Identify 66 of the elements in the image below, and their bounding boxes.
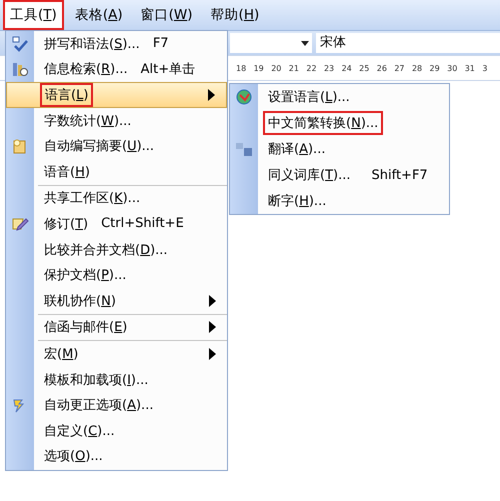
ruler-number: 20	[271, 64, 282, 72]
menu-item[interactable]: 宏(M)	[6, 341, 227, 367]
shortcut-label: Shift+F7	[372, 168, 428, 182]
menu-item-label: 语音(H)	[43, 164, 91, 182]
menu-item[interactable]: 联机协作(N)	[6, 288, 227, 314]
menu-item-label: 字数统计(W)...	[43, 112, 132, 131]
submenu-item[interactable]: 同义词库(T)...	[263, 163, 356, 187]
ruler-number: 24	[342, 64, 353, 72]
ruler-number: 29	[430, 64, 441, 72]
menu-item[interactable]: 自动编写摘要(U)...	[6, 133, 227, 159]
ruler-number: 21	[288, 64, 300, 72]
ruler-number: 3	[482, 64, 488, 72]
ruler-number: 18	[236, 64, 248, 72]
font-field[interactable]: 宋体	[316, 33, 500, 53]
ruler-number: 26	[376, 64, 388, 72]
menu-item-label: 修订(T)	[43, 216, 90, 234]
menu-item[interactable]: 工具(T)	[3, 0, 64, 30]
ruler-number: 28	[412, 64, 424, 72]
ruler-number: 25	[359, 64, 370, 72]
dropdown-arrow-icon[interactable]	[301, 40, 309, 46]
menu-item-label: 语言(L)	[40, 82, 94, 107]
menu-item-label: 自动编写摘要(U)...	[43, 138, 156, 156]
ruler-number: 30	[447, 64, 458, 72]
menu-item-label: 模板和加载项(I)...	[43, 372, 150, 390]
menu-item-label: 信息检索(R)...	[43, 61, 129, 80]
menu-item[interactable]: 共享工作区(K)...	[6, 186, 227, 212]
menu-item[interactable]: 语言(L)	[6, 82, 227, 108]
ruler-number: 19	[254, 64, 265, 72]
menu-item-label: 自动更正选项(A)...	[43, 397, 154, 416]
menu-item[interactable]: 模板和加载项(I)...	[6, 366, 227, 392]
menu-item[interactable]: 选项(O)...	[6, 444, 227, 470]
shortcut-label: Ctrl+Shift+E	[101, 216, 184, 232]
menu-item-label: 宏(M)	[43, 346, 80, 364]
menu-item[interactable]: 比较并合并文档(D)...	[6, 236, 227, 262]
menu-item[interactable]: 信息检索(R)... Alt+单击	[6, 56, 227, 82]
menu-item[interactable]: 表格(A)	[68, 0, 130, 30]
menu-item-label: 共享工作区(K)...	[43, 190, 142, 208]
spell-check-icon	[11, 34, 29, 53]
menu-item-label: 比较并合并文档(D)...	[43, 242, 169, 260]
menu-item[interactable]: 窗口(W)	[134, 0, 200, 30]
menu-item[interactable]: 帮助(H)	[204, 0, 266, 30]
submenu-item[interactable]: 断字(H)...	[263, 189, 332, 213]
menu-item[interactable]: 语音(H)	[6, 158, 227, 185]
menu-item-label: 联机协作(N)	[43, 292, 117, 311]
shortcut-label: F7	[152, 36, 169, 52]
globe-icon	[235, 88, 253, 106]
menu-item-label: 信函与邮件(E)	[43, 319, 128, 338]
submenu-item[interactable]: 翻译(A)...	[263, 137, 330, 161]
menu-item[interactable]: 自定义(C)...	[6, 418, 227, 444]
submenu-item[interactable]: 设置语言(L)...	[263, 85, 355, 109]
ruler-number: 27	[394, 64, 406, 72]
menu-item[interactable]: 字数统计(W)...	[6, 108, 227, 134]
menu-item[interactable]: 修订(T) Ctrl+Shift+E	[6, 211, 227, 237]
menu-item[interactable]: 保护文档(P)...	[6, 262, 227, 288]
shortcut-label: Alt+单击	[140, 62, 196, 78]
menu-item[interactable]: 拼写和语法(S)... F7	[6, 31, 227, 57]
ruler-number: 22	[306, 64, 318, 72]
ruler-number: 31	[464, 64, 476, 72]
menu-item-label: 拼写和语法(S)...	[43, 36, 141, 54]
menu-item-label: 自定义(C)...	[43, 422, 116, 441]
ruler-number: 23	[324, 64, 336, 72]
menu-item[interactable]: 信函与邮件(E)	[6, 314, 227, 340]
menu-item-label: 选项(O)...	[43, 448, 104, 466]
submenu-item[interactable]: 中文简繁转换(N)...	[263, 111, 384, 135]
menu-item-label: 保护文档(P)...	[43, 267, 128, 286]
menu-item[interactable]: 自动更正选项(A)...	[6, 392, 227, 418]
